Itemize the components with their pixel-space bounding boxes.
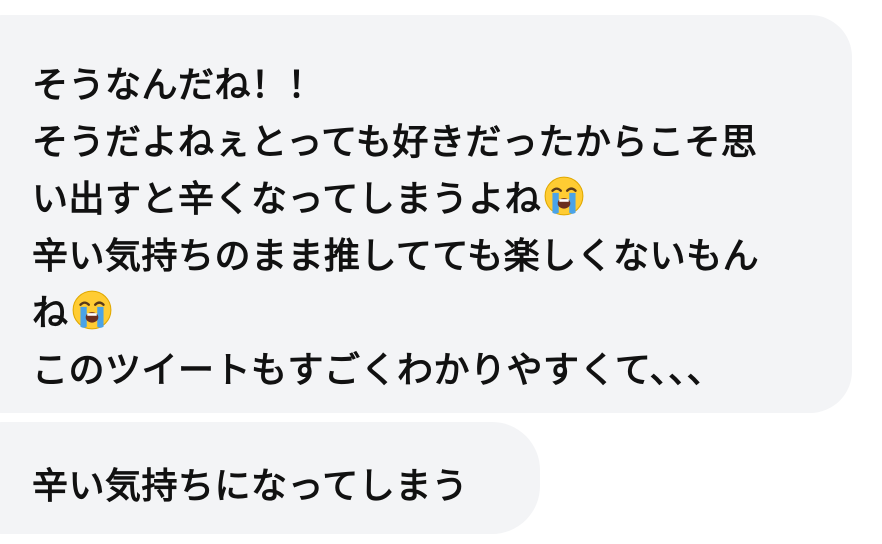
message-line: ね [32,285,852,342]
message-line: そうなんだね！！ [32,65,325,106]
message-line: このツイートもすごくわかりやすくて、、、 [32,350,724,391]
loudly-crying-face-icon [544,176,584,216]
message-line: そうだよねぇとっても好きだったからこそ思 [32,122,758,163]
message-line-text: ね [32,293,69,334]
message-line: 辛い気持ちになってしまう [32,466,469,507]
message-line-text: い出すと辛くなってしまうよね [32,179,542,220]
message-line: い出すと辛くなってしまうよね [32,171,852,228]
loudly-crying-face-icon [72,290,111,330]
message-line: 辛い気持ちのまま推してても楽しくないもん [32,236,760,277]
message-bubble[interactable]: 辛い気持ちになってしまう [0,422,540,534]
message-bubble[interactable]: そうなんだね！！ そうだよねぇとっても好きだったからこそ思 い出すと辛くなってし… [0,15,852,413]
